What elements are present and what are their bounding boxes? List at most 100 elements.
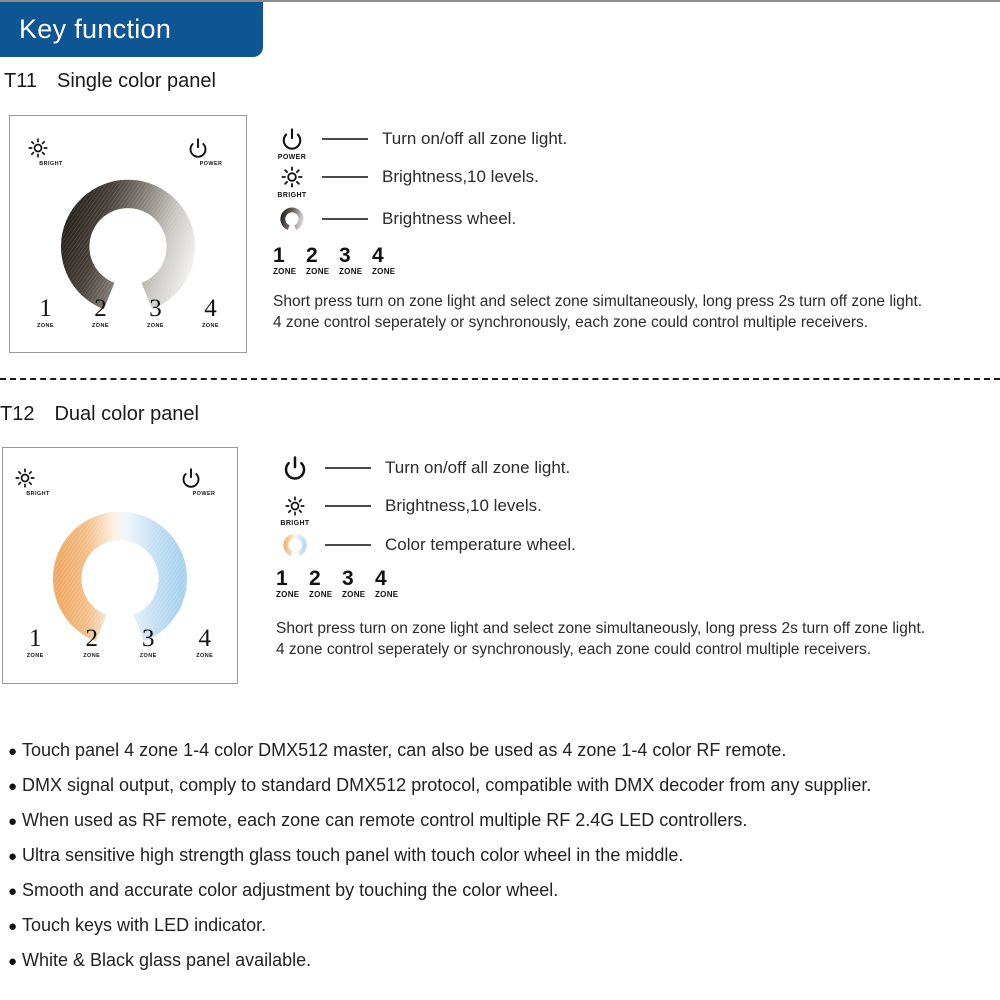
zone-number: 4 xyxy=(375,567,387,590)
legend-text-wheel: Brightness wheel. xyxy=(382,209,517,228)
section-name-t11: Single color panel xyxy=(56,70,216,92)
legend-zone-key-1[interactable]: 1 ZONE xyxy=(273,245,306,276)
zone-number: 3 xyxy=(142,625,155,652)
description-t12: Short press turn on zone light and selec… xyxy=(276,618,925,660)
list-item: ● DMX signal output, comply to standard … xyxy=(8,775,998,810)
zone-number: 3 xyxy=(339,244,351,267)
legend-text-power: Turn on/off all zone light. xyxy=(382,129,568,148)
sun-icon xyxy=(28,138,74,160)
legend-dash xyxy=(325,505,371,507)
sun-icon: BRIGHT xyxy=(275,496,315,527)
sun-icon: BRIGHT xyxy=(272,166,312,199)
list-item: ● Touch panel 4 zone 1-4 color DMX512 ma… xyxy=(8,740,998,775)
zone-number: 1 xyxy=(39,295,52,322)
bullet-icon: ● xyxy=(8,813,18,830)
zone-number: 2 xyxy=(85,625,99,652)
zone-caption: ZONE xyxy=(139,653,157,659)
feature-text: Smooth and accurate color adjustment by … xyxy=(22,880,559,900)
zone-number: 4 xyxy=(204,295,217,322)
legend-zone-key-4[interactable]: 4 ZONE xyxy=(375,568,408,599)
feature-text: Touch keys with LED indicator. xyxy=(22,915,267,935)
description-line-1: Short press turn on zone light and selec… xyxy=(276,620,926,637)
zone-caption: ZONE xyxy=(92,323,109,329)
list-item: ● When used as RF remote, each zone can … xyxy=(8,810,998,845)
legend-row-power-t11: POWER Turn on/off all zone light. xyxy=(272,122,568,161)
zone-number: 1 xyxy=(29,625,42,652)
zone-key-2[interactable]: 2 ZONE xyxy=(81,296,121,329)
list-item: ● Smooth and accurate color adjustment b… xyxy=(8,880,998,915)
feature-list: ● Touch panel 4 zone 1-4 color DMX512 ma… xyxy=(8,740,998,985)
legend-zone-key-3[interactable]: 3 ZONE xyxy=(339,245,372,276)
bullet-icon: ● xyxy=(8,953,18,970)
section-code-t11: T11 xyxy=(4,70,37,92)
zone-caption: ZONE xyxy=(342,590,366,599)
zone-caption: ZONE xyxy=(202,323,219,329)
list-item: ● White & Black glass panel available. xyxy=(8,950,998,985)
legend-text-bright: Brightness,10 levels. xyxy=(385,496,542,515)
bullet-icon: ● xyxy=(8,743,18,760)
panel-power-key-t12[interactable]: POWER xyxy=(181,468,227,497)
page-title: Key function xyxy=(19,14,172,44)
zone-key-4[interactable]: 4 ZONE xyxy=(191,296,231,329)
power-icon: POWER xyxy=(272,128,312,161)
panel-bright-label-t12: BRIGHT xyxy=(26,491,50,497)
section-code-t12: T12 xyxy=(0,403,35,425)
legend-zone-key-2[interactable]: 2 ZONE xyxy=(309,568,342,599)
zone-keys-t11: 1 ZONE 2 ZONE 3 ZONE 4 ZONE xyxy=(10,296,246,329)
brightness-wheel-icon xyxy=(272,206,312,232)
zone-number: 2 xyxy=(94,295,107,322)
panel-bright-key-t12[interactable]: BRIGHT xyxy=(15,468,61,497)
zone-number: 2 xyxy=(309,567,321,590)
legend-text-wheel: Color temperature wheel. xyxy=(385,535,576,554)
feature-text: Touch panel 4 zone 1-4 color DMX512 mast… xyxy=(22,740,787,760)
zone-number: 4 xyxy=(372,244,384,267)
legend-dash xyxy=(322,138,368,140)
bullet-icon: ● xyxy=(8,778,18,795)
panel-bright-key-t11[interactable]: BRIGHT xyxy=(28,138,74,167)
bullet-icon: ● xyxy=(8,918,18,935)
panel-power-key-t11[interactable]: POWER xyxy=(188,138,234,167)
power-icon xyxy=(188,138,234,160)
zone-caption: ZONE xyxy=(37,323,54,329)
legend-zone-key-1[interactable]: 1 ZONE xyxy=(276,568,309,599)
zone-caption: ZONE xyxy=(339,267,363,276)
description-t11: Short press turn on zone light and selec… xyxy=(273,291,922,333)
zone-key-1[interactable]: 1 ZONE xyxy=(15,626,55,659)
legend-zone-keys-t11: 1 ZONE 2 ZONE 3 ZONE 4 ZONE xyxy=(273,245,405,276)
feature-text: When used as RF remote, each zone can re… xyxy=(22,810,748,830)
legend-zone-key-3[interactable]: 3 ZONE xyxy=(342,568,375,599)
zone-key-2[interactable]: 2 ZONE xyxy=(72,626,112,659)
section-name-t12: Dual color panel xyxy=(54,403,199,425)
color-temperature-wheel-icon xyxy=(275,532,315,558)
zone-caption: ZONE xyxy=(196,653,214,659)
power-icon xyxy=(275,456,315,480)
zone-number: 1 xyxy=(273,244,285,267)
legend-row-bright-t12: BRIGHT Brightness,10 levels. xyxy=(275,489,542,527)
description-line-2: 4 zone control seperately or synchronous… xyxy=(276,641,872,658)
zone-caption: ZONE xyxy=(372,267,396,276)
legend-dash xyxy=(325,467,371,469)
zone-number: 3 xyxy=(342,567,354,590)
zone-key-4[interactable]: 4 ZONE xyxy=(185,626,225,659)
zone-number: 2 xyxy=(306,244,318,267)
zone-caption: ZONE xyxy=(26,653,44,659)
zone-key-1[interactable]: 1 ZONE xyxy=(26,296,66,329)
zone-caption: ZONE xyxy=(375,590,399,599)
zone-number: 3 xyxy=(149,295,162,322)
power-icon xyxy=(181,468,227,490)
key-function-banner: Key function xyxy=(0,2,263,57)
section-title-t12: T12 Dual color panel xyxy=(0,403,199,426)
legend-dash xyxy=(325,544,371,546)
legend-dash xyxy=(322,218,368,220)
legend-zone-key-2[interactable]: 2 ZONE xyxy=(306,245,339,276)
legend-zone-keys-t12: 1 ZONE 2 ZONE 3 ZONE 4 ZONE xyxy=(276,568,408,599)
zone-caption: ZONE xyxy=(273,267,297,276)
legend-zone-key-4[interactable]: 4 ZONE xyxy=(372,245,405,276)
legend-row-bright-t11: BRIGHT Brightness,10 levels. xyxy=(272,160,539,199)
feature-text: DMX signal output, comply to standard DM… xyxy=(22,775,872,795)
zone-key-3[interactable]: 3 ZONE xyxy=(136,296,176,329)
panel-power-label-t11: POWER xyxy=(199,161,223,167)
zone-key-3[interactable]: 3 ZONE xyxy=(128,626,168,659)
zone-keys-t12: 1 ZONE 2 ZONE 3 ZONE 4 ZONE xyxy=(3,626,237,659)
legend-row-power-t12: Turn on/off all zone light. xyxy=(275,451,570,485)
